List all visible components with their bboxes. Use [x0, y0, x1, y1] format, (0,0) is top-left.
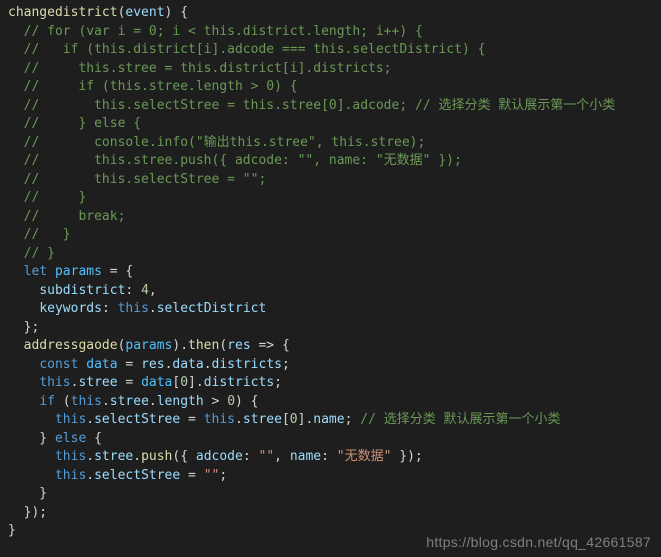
comment-line: // this.stree.push({ adcode: "", name: "…	[24, 153, 462, 168]
comment-line: // this.selectStree = this.stree[0].adco…	[24, 98, 616, 113]
watermark: https://blog.csdn.net/qq_42661587	[426, 533, 651, 552]
comment-line: // if (this.stree.length > 0) {	[24, 79, 298, 94]
comment-line: // }	[24, 190, 87, 205]
comment-line: // if (this.district[i].adcode === this.…	[24, 42, 486, 57]
comment-line: // this.selectStree = "";	[24, 172, 267, 187]
code-block: changedistrict(event) { // for (var i = …	[0, 0, 661, 541]
comment-line: // console.info("输出this.stree", this.str…	[24, 135, 426, 150]
comment-line: // break;	[24, 209, 126, 224]
comment-line: // this.stree = this.district[i].distric…	[24, 61, 392, 76]
comment-line: // for (var i = 0; i < this.district.len…	[24, 24, 423, 39]
comment-line: // }	[24, 227, 71, 242]
function-name: changedistrict	[8, 5, 118, 20]
comment-line: // }	[24, 246, 55, 261]
comment-line: // } else {	[24, 116, 141, 131]
